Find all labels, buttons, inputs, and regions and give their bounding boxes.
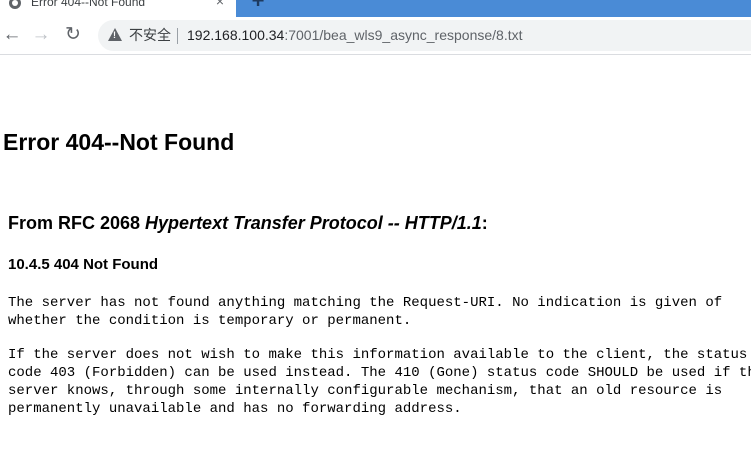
url-text[interactable]: 192.168.100.34:7001/bea_wls9_async_respo… bbox=[187, 27, 523, 44]
paragraph-line: whether the condition is temporary or pe… bbox=[8, 313, 412, 329]
close-tab-icon[interactable]: × bbox=[212, 0, 228, 9]
paragraph-line: permanently unavailable and has no forwa… bbox=[8, 401, 462, 417]
page-title: Error 404--Not Found bbox=[3, 129, 235, 155]
globe-icon bbox=[9, 0, 21, 9]
tab-title: Error 404--Not Found bbox=[31, 0, 146, 9]
section-heading: 10.4.5 404 Not Found bbox=[8, 256, 159, 273]
toolbar: ← → ↻ 不安全 192.168.100.34:7001/bea_wls9_a… bbox=[0, 17, 751, 55]
rfc-heading: From RFC 2068 Hypertext Transfer Protoco… bbox=[8, 211, 488, 235]
paragraph-line: server knows, through some internally co… bbox=[8, 383, 723, 399]
rfc-prefix: From RFC 2068 bbox=[8, 213, 146, 233]
omnibox-divider bbox=[177, 28, 178, 44]
browser-window: Error 404--Not Found × + ← → ↻ 不安全 192.1… bbox=[0, 0, 751, 459]
tab-strip: Error 404--Not Found × + bbox=[0, 0, 751, 17]
rfc-suffix: : bbox=[481, 213, 488, 233]
paragraph-line: The server has not found anything matchi… bbox=[8, 295, 723, 311]
url-path: :7001/bea_wls9_async_response/8.txt bbox=[284, 27, 523, 43]
forward-button[interactable]: → bbox=[30, 24, 52, 46]
page-content: Error 404--Not Found From RFC 2068 Hyper… bbox=[0, 55, 751, 459]
url-host: 192.168.100.34 bbox=[187, 27, 285, 43]
rfc-protocol: Hypertext Transfer Protocol -- HTTP/1.1 bbox=[145, 213, 482, 233]
paragraph-line: code 403 (Forbidden) can be used instead… bbox=[8, 365, 751, 381]
paragraph-forbidden: If the server does not wish to make this… bbox=[8, 346, 751, 418]
warning-triangle-icon[interactable] bbox=[108, 28, 122, 41]
address-bar[interactable]: 不安全 192.168.100.34:7001/bea_wls9_async_r… bbox=[98, 20, 751, 51]
back-button[interactable]: ← bbox=[1, 24, 23, 46]
security-label[interactable]: 不安全 bbox=[129, 27, 171, 44]
paragraph-not-found: The server has not found anything matchi… bbox=[8, 294, 722, 330]
paragraph-line: If the server does not wish to make this… bbox=[8, 347, 748, 363]
tab-active[interactable]: Error 404--Not Found × bbox=[0, 0, 236, 17]
reload-button[interactable]: ↻ bbox=[62, 24, 84, 46]
new-tab-button[interactable]: + bbox=[248, 0, 268, 12]
